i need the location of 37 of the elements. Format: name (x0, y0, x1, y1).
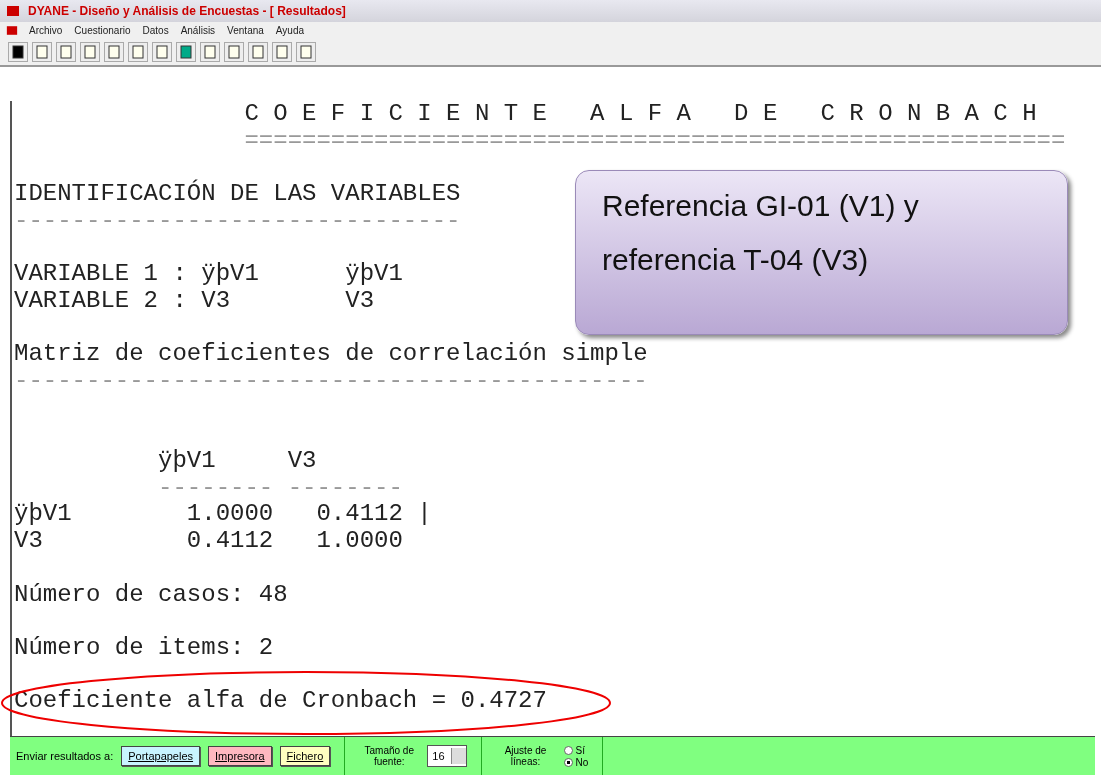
send-button[interactable]: Fichero (279, 746, 331, 766)
report-line: VARIABLE 1 : ÿþV1 ÿþV1 (14, 261, 403, 288)
report-line: Coeficiente alfa de Cronbach = 0.4727 (14, 688, 547, 716)
menu-item[interactable]: Ventana (226, 25, 265, 36)
wrap-label: Ajuste de líneas: (503, 745, 548, 767)
menu-item[interactable]: Datos (141, 25, 170, 36)
send-button[interactable]: Impresora (208, 746, 272, 766)
separator-line: ------------------------------- (14, 207, 461, 235)
window-title: DYANE - Diseño y Análisis de Encuestas - [ Resultados] (28, 4, 346, 18)
app-icon (11, 45, 25, 59)
menu-item[interactable]: Análisis (179, 25, 217, 36)
report-line: ÿþV1 V3 (157, 448, 317, 475)
report-line: ÿþV1 1.0000 0.4112 | (14, 501, 432, 529)
separator-line: ========================================================= (243, 127, 1066, 155)
report-line: C O E F I C I E N T E A L F A D E C R O N B A C H (243, 101, 1037, 128)
report-line: VARIABLE 2 : V3 V3 (14, 287, 375, 315)
menu-item[interactable]: Cuestionario (73, 25, 132, 36)
separator-line: -------- -------- (157, 474, 403, 502)
toolbar-button[interactable] (8, 42, 28, 62)
send-button[interactable]: Portapapeles (121, 746, 201, 766)
report-line: Número de casos: 48 (14, 581, 288, 609)
menu-item[interactable]: Ayuda (274, 25, 305, 36)
report-line: IDENTIFICACIÓN DE LAS VARIABLES (14, 181, 461, 208)
app-logo-icon (6, 25, 18, 36)
callout-text: referencia T-04 (V3) (602, 243, 869, 277)
font-size-select[interactable]: 16 (427, 745, 467, 767)
callout-text: Referencia GI-01 (V1) y (602, 189, 919, 223)
report-line: V3 0.4112 1.0000 (14, 528, 403, 555)
font-size-label: Tamaño de fuente: (363, 745, 415, 767)
report-line: Matriz de coeficientes de correlación simple (14, 341, 648, 368)
app-logo-icon (6, 5, 20, 17)
wrap-radio[interactable]: Sí (563, 744, 589, 756)
separator-line: -------------------------------------------- (14, 368, 648, 395)
menu-item[interactable]: Archivo (28, 25, 64, 36)
send-label: Enviar resultados a: (16, 750, 114, 762)
report-line: Número de items: 2 (14, 634, 274, 662)
wrap-radio[interactable]: No (563, 756, 589, 768)
